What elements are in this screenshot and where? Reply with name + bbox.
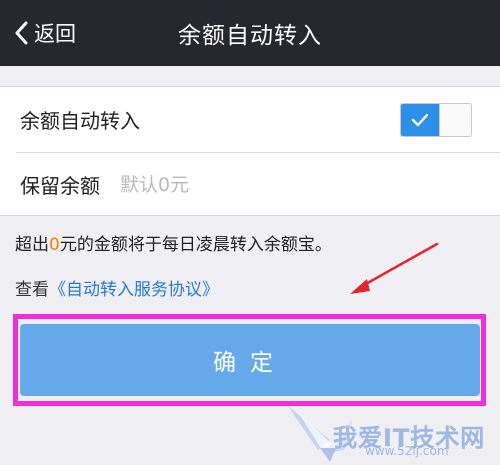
reserve-balance-row: 保留余额 xyxy=(0,152,500,217)
transfer-note: 超出0元的金额将于每日凌晨转入余额宝。 xyxy=(15,230,332,255)
auto-transfer-row: 余额自动转入 xyxy=(0,87,500,152)
agreement-line: 查看《自动转入服务协议》 xyxy=(15,275,219,300)
auto-transfer-label: 余额自动转入 xyxy=(20,109,140,133)
auto-transfer-toggle[interactable] xyxy=(400,103,472,137)
page-title: 余额自动转入 xyxy=(178,23,322,49)
checkmark-icon xyxy=(411,113,429,127)
settings-card: 余额自动转入 保留余额 xyxy=(0,86,500,216)
toggle-knob xyxy=(439,104,471,136)
reserve-balance-input[interactable] xyxy=(120,173,420,196)
toggle-on-segment xyxy=(401,104,439,136)
confirm-button[interactable]: 确定 xyxy=(20,324,480,396)
note-amount: 0 xyxy=(49,235,60,255)
reserve-balance-label: 保留余额 xyxy=(20,174,100,198)
agreement-link[interactable]: 《自动转入服务协议》 xyxy=(49,280,219,300)
watermark-site: www.52ij.com xyxy=(365,444,449,458)
agreement-prefix: 查看 xyxy=(15,280,49,300)
navigation-bar: 返回 余额自动转入 xyxy=(0,0,500,66)
note-suffix: 元的金额将于每日凌晨转入余额宝。 xyxy=(59,235,332,255)
note-prefix: 超出 xyxy=(15,235,49,255)
